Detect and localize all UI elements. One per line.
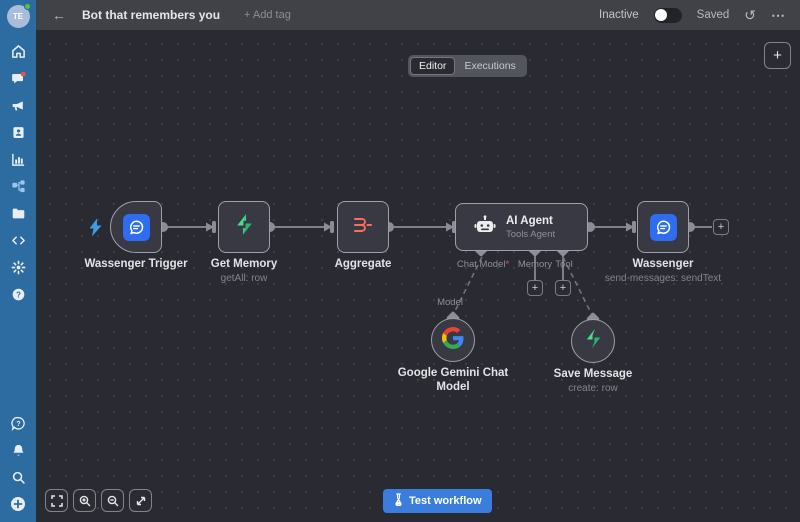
workspace-avatar[interactable]: TE — [7, 5, 30, 28]
node-save-message[interactable] — [571, 319, 615, 363]
aggregate-icon — [351, 213, 375, 242]
activation-toggle[interactable] — [654, 8, 682, 23]
notifications-bell-icon[interactable] — [10, 442, 26, 458]
toggle-knob — [655, 9, 667, 21]
more-options-icon[interactable]: ⋯ — [771, 7, 786, 24]
svg-text:?: ? — [16, 290, 21, 299]
fit-view-button[interactable] — [45, 489, 68, 512]
tab-executions[interactable]: Executions — [455, 57, 524, 75]
add-node-button[interactable]: + — [764, 42, 791, 69]
required-asterisk: * — [505, 259, 509, 270]
megaphone-icon[interactable] — [10, 97, 26, 113]
zoom-out-button[interactable] — [101, 489, 124, 512]
add-next-node-button[interactable]: + — [713, 219, 729, 235]
wassenger-icon — [123, 214, 150, 241]
support-chat-icon[interactable]: ? — [10, 415, 26, 431]
home-icon[interactable] — [10, 43, 26, 59]
node-ai-agent[interactable]: AI Agent Tools Agent — [455, 203, 588, 251]
node-label-get-memory: Get Memory — [211, 258, 277, 270]
main-sidebar: TE — [0, 0, 36, 522]
online-status-dot — [24, 3, 31, 10]
test-workflow-button[interactable]: Test workflow — [383, 489, 492, 513]
ai-agent-subtitle: Tools Agent — [506, 229, 555, 240]
trigger-lightning-icon — [88, 218, 103, 242]
version-history-icon[interactable]: ↺ — [744, 8, 756, 22]
flask-icon — [393, 493, 404, 509]
node-label-aggregate: Aggregate — [335, 258, 392, 270]
tab-editor[interactable]: Editor — [410, 57, 455, 75]
port-label-tool: Tool — [555, 259, 572, 270]
node-label-gemini: Google Gemini Chat Model — [388, 367, 518, 395]
robot-icon — [474, 215, 496, 240]
code-icon[interactable] — [10, 232, 26, 248]
workflows-icon-active[interactable] — [10, 178, 26, 194]
workflow-canvas[interactable]: Editor Executions + — [36, 30, 800, 522]
saved-status: Saved — [697, 9, 730, 21]
node-subtitle-wassenger-send: send-messages: sendText — [605, 273, 721, 284]
node-subtitle-save-message: create: row — [568, 383, 617, 394]
node-aggregate[interactable] — [337, 201, 389, 253]
wassenger-icon — [650, 214, 677, 241]
supabase-icon — [582, 327, 605, 355]
canvas-zoom-controls — [45, 489, 152, 512]
node-label-wassenger-trigger: Wassenger Trigger — [84, 258, 187, 270]
search-icon[interactable] — [10, 469, 26, 485]
workflow-header: ← Bot that remembers you + Add tag Inact… — [36, 0, 800, 30]
node-wassenger-send[interactable] — [637, 201, 689, 253]
port-label-chat-model: Chat Model* — [457, 259, 509, 270]
add-tag-button[interactable]: + Add tag — [244, 9, 291, 21]
view-tabs: Editor Executions — [408, 55, 527, 77]
node-label-save-message: Save Message — [554, 368, 633, 380]
chat-notifications-icon[interactable] — [10, 70, 26, 86]
node-subtitle-get-memory: getAll: row — [221, 273, 268, 284]
settings-gear-icon[interactable] — [10, 259, 26, 275]
back-button[interactable]: ← — [52, 7, 66, 23]
port-label-model: Model — [437, 297, 463, 308]
add-memory-button[interactable]: + — [527, 280, 543, 296]
node-get-memory[interactable] — [218, 201, 270, 253]
node-gemini-chat-model[interactable] — [431, 318, 475, 362]
supabase-icon — [232, 212, 257, 242]
insights-chart-icon[interactable] — [10, 151, 26, 167]
ai-agent-title: AI Agent — [506, 215, 555, 227]
add-tool-button[interactable]: + — [555, 280, 571, 296]
contacts-icon[interactable] — [10, 124, 26, 140]
n8n-workflow-editor: { "icons": { "back": "←", "more": "⋯", "… — [0, 0, 800, 522]
workflow-title[interactable]: Bot that remembers you — [82, 8, 220, 22]
folder-icon[interactable] — [10, 205, 26, 221]
zoom-in-button[interactable] — [73, 489, 96, 512]
node-label-wassenger-send: Wassenger — [633, 258, 694, 270]
svg-text:?: ? — [16, 420, 20, 427]
activation-status-label: Inactive — [599, 9, 639, 21]
add-circle-icon[interactable] — [10, 496, 26, 512]
node-wassenger-trigger[interactable] — [110, 201, 162, 253]
google-g-icon — [442, 327, 464, 354]
help-icon[interactable]: ? — [10, 286, 26, 302]
reset-zoom-button[interactable] — [129, 489, 152, 512]
port-label-memory: Memory — [518, 259, 552, 270]
test-workflow-label: Test workflow — [409, 495, 482, 507]
